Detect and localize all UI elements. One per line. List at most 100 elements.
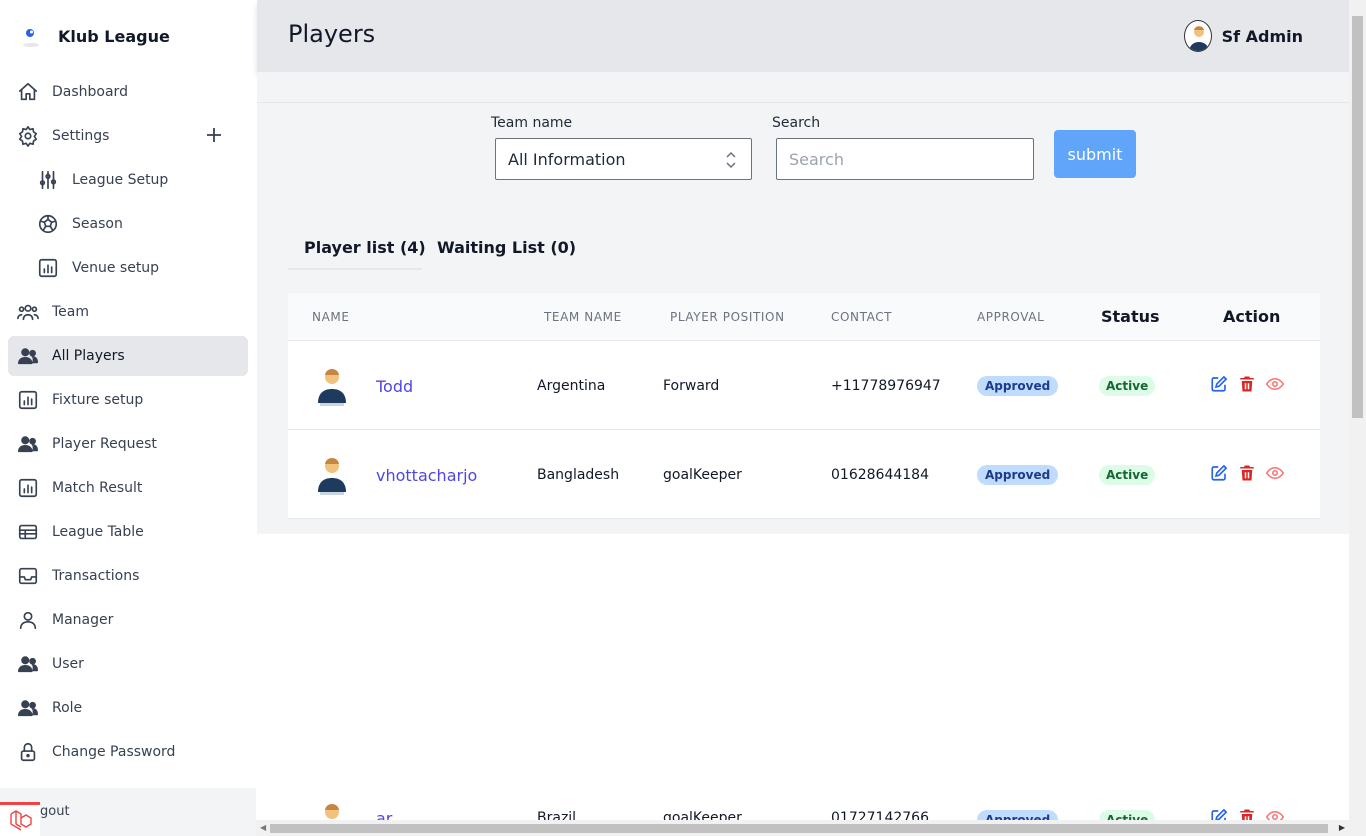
sliders-icon: [36, 168, 60, 192]
expand-plus-icon[interactable]: [204, 125, 226, 147]
user-menu[interactable]: Sf Admin: [1183, 20, 1303, 52]
sidebar-item-label: Change Password: [52, 744, 176, 760]
sidebar-item-change-password[interactable]: Change Password: [8, 732, 248, 772]
position-cell: Forward: [663, 378, 720, 394]
top-header: Players Sf Admin: [257, 0, 1349, 72]
status-badge: Active: [1099, 376, 1156, 396]
sidebar-item-match-result[interactable]: Match Result: [8, 468, 248, 508]
sidebar-item-role[interactable]: Role: [8, 688, 248, 728]
sidebar-item-all-players[interactable]: All Players: [8, 336, 248, 376]
team-select[interactable]: All Information: [495, 138, 752, 180]
column-header[interactable]: TEAM NAME: [544, 310, 622, 324]
team-name-cell: Bangladesh: [537, 467, 620, 483]
delete-icon[interactable]: [1238, 375, 1256, 393]
column-header[interactable]: PLAYER POSITION: [670, 310, 785, 324]
search-label: Search: [772, 115, 821, 131]
sidebar-item-label: All Players: [52, 348, 125, 364]
scroll-left-arrow-icon[interactable]: ◀: [260, 823, 266, 832]
sidebar-item-transactions[interactable]: Transactions: [8, 556, 248, 596]
sidebar-item-label: Dashboard: [52, 84, 128, 100]
sidebar-item-venue-setup[interactable]: Venue setup: [28, 248, 248, 288]
view-eye-icon[interactable]: [1265, 375, 1285, 393]
search-input[interactable]: [776, 138, 1034, 180]
sidebar-item-manager[interactable]: Manager: [8, 600, 248, 640]
scrollbar-thumb[interactable]: [1352, 16, 1363, 418]
user-name: Sf Admin: [1221, 26, 1303, 46]
vertical-scrollbar[interactable]: [1349, 0, 1366, 836]
divider: [257, 102, 1349, 103]
contact-cell: 01628644184: [831, 467, 929, 483]
sidebar-item-label: Settings: [52, 128, 110, 144]
sidebar-item-label: User: [52, 656, 84, 672]
view-eye-icon[interactable]: [1265, 464, 1285, 482]
active-tab-indicator: [288, 268, 422, 270]
sidebar-item-team[interactable]: Team: [8, 292, 248, 332]
gear-icon: [16, 124, 40, 148]
player-avatar: [312, 363, 352, 407]
sidebar-item-label: Match Result: [52, 480, 143, 496]
column-header[interactable]: CONTACT: [831, 310, 892, 324]
sidebar-item-season[interactable]: Season: [28, 204, 248, 244]
sidebar-item-player-request[interactable]: Player Request: [8, 424, 248, 464]
column-header[interactable]: NAME: [312, 310, 350, 324]
bar-chart-icon: [16, 476, 40, 500]
sidebar-item-label: Player Request: [52, 436, 157, 452]
lock-icon: [16, 740, 40, 764]
scrollbar-thumb[interactable]: [270, 824, 1328, 833]
laravel-logo-icon[interactable]: [0, 802, 40, 836]
sidebar-item-user[interactable]: User: [8, 644, 248, 684]
sidebar-item-dashboard[interactable]: Dashboard: [8, 72, 248, 112]
horizontal-scrollbar[interactable]: ◀ ▶: [256, 820, 1349, 836]
sidebar-item-league-table[interactable]: League Table: [8, 512, 248, 552]
sidebar-item-league-setup[interactable]: League Setup: [28, 160, 248, 200]
tab-player-list[interactable]: Player list (4): [304, 238, 426, 257]
avatar: [1183, 20, 1212, 52]
table-row: Todd Argentina Forward +11778976947 Appr…: [288, 341, 1320, 430]
player-avatar: [312, 452, 352, 496]
sidebar-item-settings[interactable]: Settings: [8, 116, 248, 156]
brand-name: Klub League: [58, 26, 170, 46]
contact-cell: +11778976947: [831, 378, 941, 394]
table-icon: [16, 520, 40, 544]
team-name-cell: Argentina: [537, 378, 606, 394]
sidebar-item-label: Fixture setup: [52, 392, 144, 408]
users-icon: [16, 696, 40, 720]
sidebar-item-label: Transactions: [52, 568, 140, 584]
page-title: Players: [288, 20, 376, 48]
bar-chart-icon: [36, 256, 60, 280]
brand[interactable]: Klub League: [18, 22, 170, 50]
sidebar-item-label: League Setup: [72, 172, 169, 188]
sidebar-item-label: Venue setup: [72, 260, 160, 276]
column-header[interactable]: APPROVAL: [977, 310, 1044, 324]
sidebar-item-fixture-setup[interactable]: Fixture setup: [8, 380, 248, 420]
inbox-icon: [16, 564, 40, 588]
sidebar-item-label: Season: [72, 216, 123, 232]
delete-icon[interactable]: [1238, 464, 1256, 482]
approval-badge: Approved: [977, 465, 1059, 485]
sidebar-item-label: League Table: [52, 524, 144, 540]
scroll-right-arrow-icon[interactable]: ▶: [1339, 823, 1345, 832]
edit-icon[interactable]: [1210, 375, 1228, 393]
submit-button[interactable]: submit: [1054, 130, 1136, 178]
position-cell: goalKeeper: [663, 467, 742, 483]
column-header: Action: [1223, 307, 1281, 326]
team-select-value: All Information: [508, 149, 626, 169]
sidebar-item-label: Team: [52, 304, 90, 320]
brand-logo-icon: [18, 23, 44, 49]
edit-icon[interactable]: [1210, 464, 1228, 482]
player-name-link[interactable]: Todd: [376, 377, 413, 396]
column-header: Status: [1101, 307, 1160, 326]
chevron-up-down-icon: [725, 150, 737, 170]
player-name-link[interactable]: vhottacharjo: [376, 466, 477, 485]
tab-waiting-list[interactable]: Waiting List (0): [437, 238, 576, 257]
sidebar-item-label: Manager: [52, 612, 114, 628]
sidebar-item-label: Role: [52, 700, 83, 716]
table-header: NAME TEAM NAME PLAYER POSITION CONTACT A…: [288, 293, 1320, 341]
logout-link[interactable]: gout: [40, 804, 70, 819]
team-name-label: Team name: [491, 115, 573, 131]
users-icon: [16, 344, 40, 368]
approval-badge: Approved: [977, 376, 1059, 396]
players-table: NAME TEAM NAME PLAYER POSITION CONTACT A…: [288, 293, 1320, 519]
sidebar: Klub League Dashboard Settings League Se…: [0, 0, 256, 836]
main-content: Team name All Information Search submit …: [257, 72, 1349, 534]
